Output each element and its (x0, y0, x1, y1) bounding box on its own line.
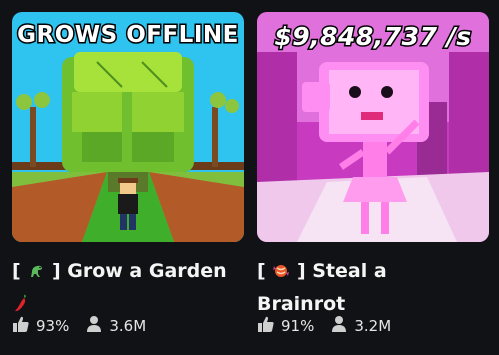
rating-stat: 91% (257, 315, 314, 337)
title-text: ] Steal a (296, 260, 387, 282)
thumbs-up-icon (257, 315, 281, 337)
title-text-line2: Brainrot (257, 293, 346, 315)
game-thumbnail[interactable]: $9,848,737 /s (257, 12, 489, 242)
game-thumbnail[interactable]: GROWS OFFLINE (12, 12, 244, 242)
players-stat: 3.6M (85, 315, 146, 337)
title-bracket-open: [ (257, 260, 266, 282)
game-stats: 91% 3.2M (257, 315, 407, 337)
thumbnail-caption: $9,848,737 /s (273, 21, 473, 53)
players-stat: 3.2M (330, 315, 391, 337)
title-text: ] Grow a Garden (51, 260, 227, 282)
players-value: 3.2M (354, 317, 392, 335)
person-icon (330, 315, 354, 337)
thumbs-up-icon (12, 315, 36, 337)
dinosaur-icon (27, 259, 45, 289)
candy-icon (272, 259, 290, 289)
players-value: 3.6M (109, 317, 147, 335)
game-card-steal-a-brainrot[interactable]: $9,848,737 /s [ ] Steal a Brainrot 91% 3… (257, 12, 489, 335)
game-title[interactable]: [ ] Grow a Garden (12, 256, 250, 322)
game-title[interactable]: [ ] Steal a Brainrot (257, 256, 495, 319)
game-stats: 93% 3.6M (12, 315, 162, 337)
game-card-grow-a-garden[interactable]: GROWS OFFLINE [ ] Grow a Garden 93% 3.6M (12, 12, 244, 335)
thumbnail-caption: GROWS OFFLINE (16, 21, 240, 50)
rating-value: 93% (36, 317, 70, 335)
person-icon (85, 315, 109, 337)
games-grid: GROWS OFFLINE [ ] Grow a Garden 93% 3.6M… (0, 0, 499, 355)
rating-stat: 93% (12, 315, 69, 337)
rating-value: 91% (281, 317, 315, 335)
title-bracket-open: [ (12, 260, 21, 282)
